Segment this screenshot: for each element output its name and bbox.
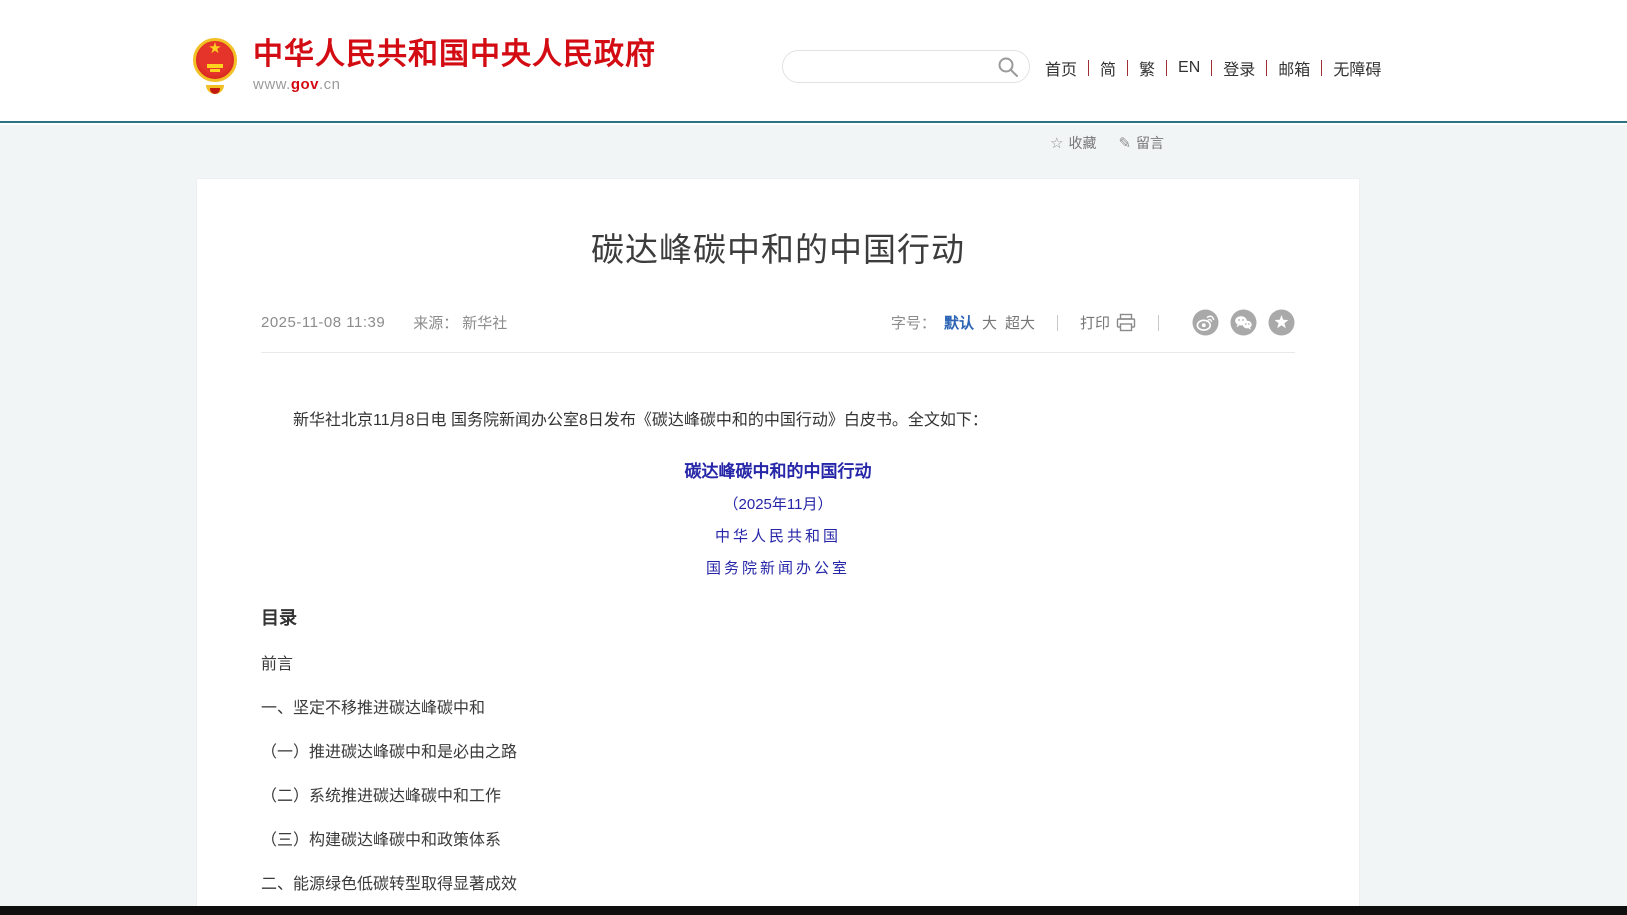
bottom-edge-bar xyxy=(0,906,1627,915)
print-button[interactable]: 打印 xyxy=(1080,312,1136,333)
toc-item: （二）系统推进碳达峰碳中和工作 xyxy=(261,788,1295,806)
nav-separator xyxy=(1127,60,1128,76)
meta-separator xyxy=(1158,315,1159,331)
quick-actions: ☆ 收藏 ✎ 留言 xyxy=(1050,133,1186,153)
nav-separator xyxy=(1321,60,1322,76)
toc-item: 一、坚定不移推进碳达峰碳中和 xyxy=(261,700,1295,718)
meta-left: 2025-11-08 11:39 来源： 新华社 xyxy=(261,312,507,333)
article-title: 碳达峰碳中和的中国行动 xyxy=(261,223,1295,271)
emblem-gate-base xyxy=(210,69,220,72)
site-url-www: www. xyxy=(253,76,291,93)
top-nav: 首页简繁 EN 登录邮箱无障碍 xyxy=(1045,56,1381,80)
site-title: 中华人民共和国中央人民政府 xyxy=(253,38,656,72)
nav-separator xyxy=(1166,60,1167,76)
message-label: 留言 xyxy=(1136,133,1164,153)
search-icon[interactable] xyxy=(997,56,1019,78)
font-size-xlarge[interactable]: 超大 xyxy=(1005,312,1035,333)
article-meta-row: 2025-11-08 11:39 来源： 新华社 字号： 默认 大 超大 打印 xyxy=(261,309,1295,353)
nav-separator xyxy=(1266,60,1267,76)
nav-separator xyxy=(1211,60,1212,76)
site-header: ★ 中华人民共和国中央人民政府 www.gov.cn 首页简繁 EN 登录邮箱无障碍 xyxy=(0,0,1627,123)
document-title: 碳达峰碳中和的中国行动 xyxy=(261,457,1295,482)
document-org-line-1: 中华人民共和国 xyxy=(261,525,1295,546)
national-emblem-icon: ★ xyxy=(193,38,239,96)
nav-home[interactable]: 首页 xyxy=(1045,56,1077,80)
toc-item: 二、能源绿色低碳转型取得显著成效 xyxy=(261,876,1295,894)
site-url-gov: gov xyxy=(291,76,319,93)
share-icons xyxy=(1181,309,1295,336)
document-org-line-2: 国务院新闻办公室 xyxy=(261,557,1295,578)
brand-text: 中华人民共和国中央人民政府 www.gov.cn xyxy=(253,38,656,93)
meta-separator xyxy=(1057,315,1058,331)
wechat-share-icon[interactable] xyxy=(1230,309,1257,336)
nav-separator xyxy=(1088,60,1089,76)
font-size-default[interactable]: 默认 xyxy=(944,312,974,333)
toc-item: （一）推进碳达峰碳中和是必由之路 xyxy=(261,744,1295,762)
emblem-gate xyxy=(207,64,223,68)
weibo-share-icon[interactable] xyxy=(1192,309,1219,336)
message-button[interactable]: ✎ 留言 xyxy=(1118,133,1164,153)
nav-simplified[interactable]: 简 xyxy=(1100,56,1116,80)
font-size-label: 字号： xyxy=(891,312,936,333)
pencil-icon: ✎ xyxy=(1118,134,1131,152)
print-label: 打印 xyxy=(1080,312,1110,333)
emblem-star-icon: ★ xyxy=(193,41,237,56)
search-box[interactable] xyxy=(782,50,1030,83)
brand[interactable]: ★ 中华人民共和国中央人民政府 www.gov.cn xyxy=(193,38,656,96)
source-value[interactable]: 新华社 xyxy=(462,312,507,333)
document-date-line: （2025年11月） xyxy=(261,493,1295,514)
nav-accessibility[interactable]: 无障碍 xyxy=(1333,56,1381,80)
toc-item: 前言 xyxy=(261,656,1295,674)
publish-date: 2025-11-08 11:39 xyxy=(261,314,385,331)
star-outline-icon: ☆ xyxy=(1050,134,1063,152)
toc-item: （三）构建碳达峰碳中和政策体系 xyxy=(261,832,1295,850)
nav-english[interactable]: EN xyxy=(1178,59,1200,77)
nav-traditional[interactable]: 繁 xyxy=(1139,56,1155,80)
page: ★ 中华人民共和国中央人民政府 www.gov.cn 首页简繁 EN 登录邮箱无障碍 xyxy=(0,0,1627,915)
intro-paragraph: 新华社北京11月8日电 国务院新闻办公室8日发布《碳达峰碳中和的中国行动》白皮书… xyxy=(261,409,1295,433)
favorite-button[interactable]: ☆ 收藏 xyxy=(1050,133,1096,153)
toc-heading: 目录 xyxy=(261,604,1295,630)
article-card: 碳达峰碳中和的中国行动 2025-11-08 11:39 来源： 新华社 字号：… xyxy=(196,178,1360,915)
favorite-label: 收藏 xyxy=(1068,133,1096,153)
font-size-large[interactable]: 大 xyxy=(982,312,997,333)
page-body: ☆ 收藏 ✎ 留言 碳达峰碳中和的中国行动 2025-11-08 11:39 来… xyxy=(0,125,1627,915)
meta-right: 字号： 默认 大 超大 打印 xyxy=(891,309,1295,336)
printer-icon xyxy=(1116,313,1136,332)
site-url[interactable]: www.gov.cn xyxy=(253,76,656,93)
article-body: 新华社北京11月8日电 国务院新闻办公室8日发布《碳达峰碳中和的中国行动》白皮书… xyxy=(261,409,1295,915)
nav-mail[interactable]: 邮箱 xyxy=(1278,56,1310,80)
site-url-cn: .cn xyxy=(319,76,341,93)
star-share-icon[interactable] xyxy=(1268,309,1295,336)
source-label: 来源： xyxy=(413,312,458,333)
nav-login[interactable]: 登录 xyxy=(1223,56,1255,80)
search-input[interactable] xyxy=(783,51,997,82)
